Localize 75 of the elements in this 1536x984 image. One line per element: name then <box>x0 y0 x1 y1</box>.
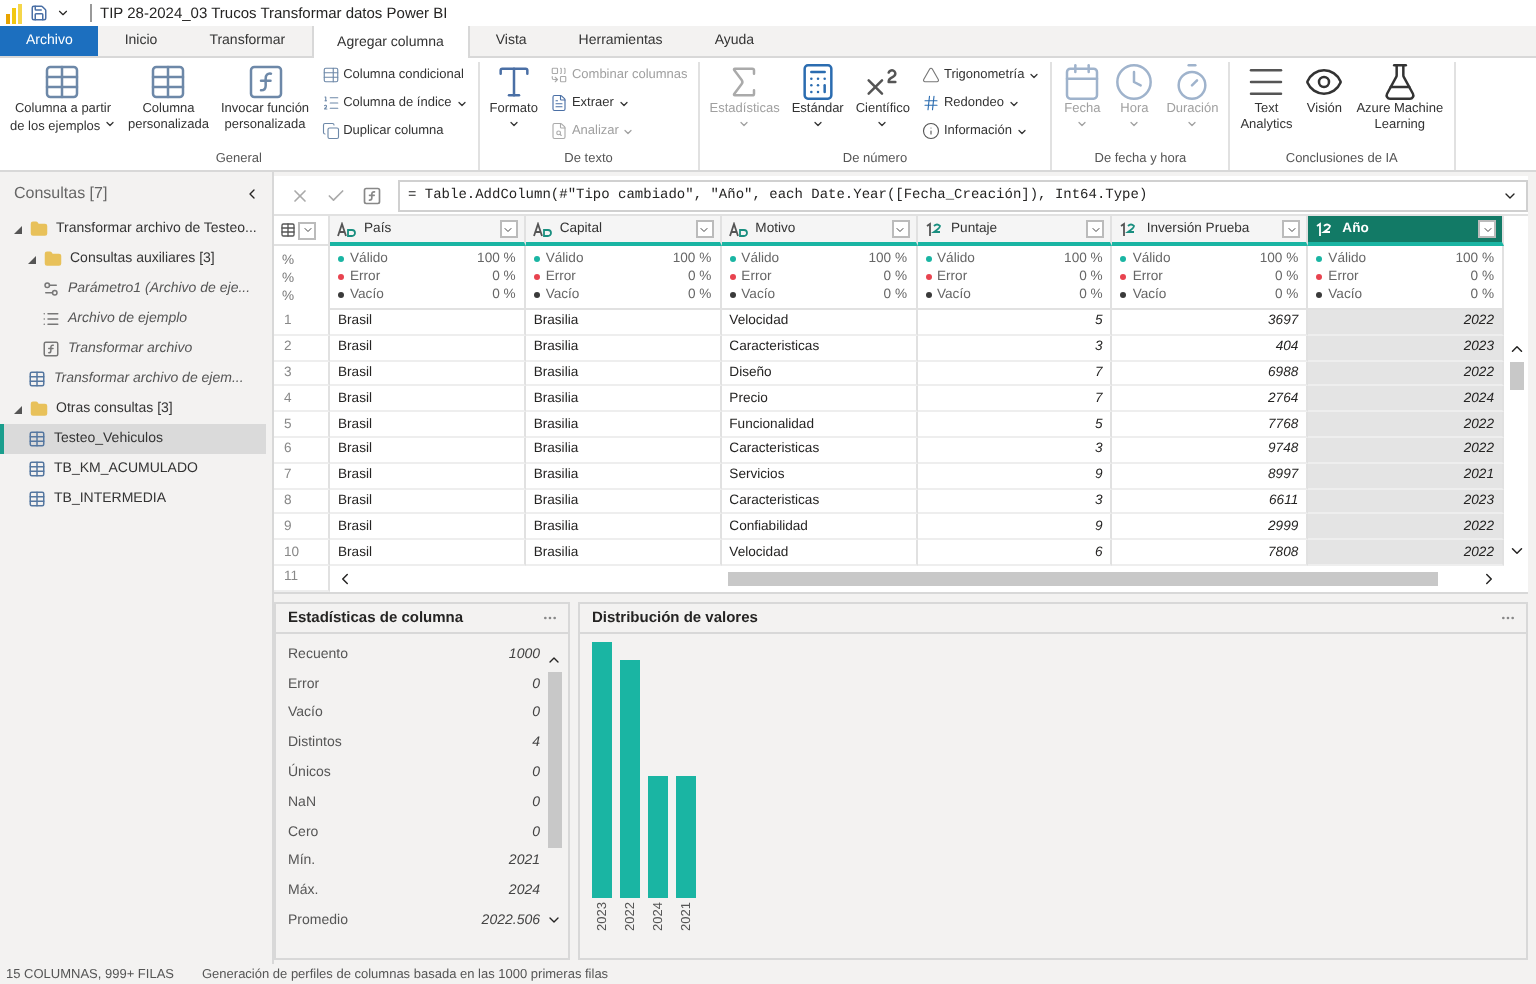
scroll-up-icon[interactable] <box>1507 340 1525 358</box>
table-icon[interactable] <box>280 222 296 238</box>
caret-icon <box>617 97 630 109</box>
filter-dropdown-button[interactable] <box>1282 220 1301 238</box>
scrollbar-thumb[interactable] <box>728 571 1439 586</box>
table-icon <box>28 460 46 478</box>
scroll-down-icon[interactable] <box>1507 542 1525 560</box>
expanded-icon[interactable] <box>14 405 22 413</box>
table-icon <box>42 62 83 102</box>
caret-icon <box>1089 223 1102 235</box>
folder-icon <box>44 250 62 268</box>
caret-icon <box>507 117 520 129</box>
function-icon <box>245 62 286 102</box>
caret-icon <box>1007 97 1020 109</box>
document-search-icon <box>549 122 568 140</box>
table-icon <box>321 66 340 84</box>
save-icon[interactable] <box>30 4 48 22</box>
table-icon <box>28 430 46 448</box>
list-icon <box>42 310 60 328</box>
calculator-icon <box>797 62 838 102</box>
caret-icon <box>1015 125 1028 137</box>
collapse-icon[interactable] <box>244 185 260 201</box>
caret-icon <box>1076 117 1089 129</box>
scrollbar-thumb[interactable] <box>1509 362 1523 390</box>
table-icon <box>28 490 46 508</box>
info-icon <box>921 122 940 140</box>
caret-icon <box>1481 223 1493 235</box>
check-icon[interactable] <box>326 185 346 205</box>
parameter-icon <box>42 280 60 298</box>
scroll-left-icon[interactable] <box>336 569 354 588</box>
app-logo <box>6 3 22 23</box>
caret-icon[interactable] <box>56 6 70 20</box>
caret-icon <box>455 97 468 109</box>
caret-icon <box>103 117 116 129</box>
caret-icon <box>1128 117 1141 129</box>
copy-icon <box>321 122 340 140</box>
combine-icon <box>549 66 568 84</box>
folder-icon <box>30 400 48 418</box>
filter-dropdown-button[interactable] <box>891 220 909 238</box>
filter-dropdown-button[interactable] <box>1086 220 1105 238</box>
filter-dropdown-button[interactable] <box>499 220 518 238</box>
filter-dropdown-button[interactable] <box>695 220 714 238</box>
caret-icon <box>811 117 824 129</box>
caret-icon <box>1028 69 1041 81</box>
caret-icon <box>876 117 889 129</box>
caret-icon <box>698 223 711 235</box>
scroll-right-icon[interactable] <box>1480 569 1498 588</box>
table-icon <box>148 62 189 102</box>
filter-dropdown-button[interactable] <box>1478 220 1496 238</box>
flask-icon <box>1379 62 1420 102</box>
hash-icon <box>921 94 940 112</box>
caret-icon <box>301 224 313 236</box>
function-icon <box>42 340 60 358</box>
caret-icon <box>1186 117 1199 129</box>
scrollbar-thumb[interactable] <box>547 671 561 848</box>
folder-icon <box>30 220 48 238</box>
numbered-list-icon <box>321 94 340 112</box>
caret-icon <box>738 117 751 129</box>
expanded-icon[interactable] <box>28 255 36 263</box>
function-icon[interactable] <box>362 185 382 205</box>
table-icon <box>28 370 46 388</box>
caret-icon <box>502 223 515 235</box>
calendar-icon <box>1062 62 1103 102</box>
caret-icon <box>622 125 635 137</box>
document-icon <box>549 94 568 112</box>
dropdown-button[interactable] <box>298 221 316 239</box>
expanded-icon[interactable] <box>14 225 22 233</box>
close-icon[interactable] <box>290 185 310 205</box>
caret-icon <box>1285 223 1298 235</box>
triangle-icon <box>921 66 940 84</box>
queries-title: Consultas [7] <box>14 184 108 202</box>
caret-icon <box>894 223 906 235</box>
text-format-icon <box>493 62 534 102</box>
clock-icon <box>1114 62 1155 102</box>
stopwatch-icon <box>1172 62 1213 102</box>
